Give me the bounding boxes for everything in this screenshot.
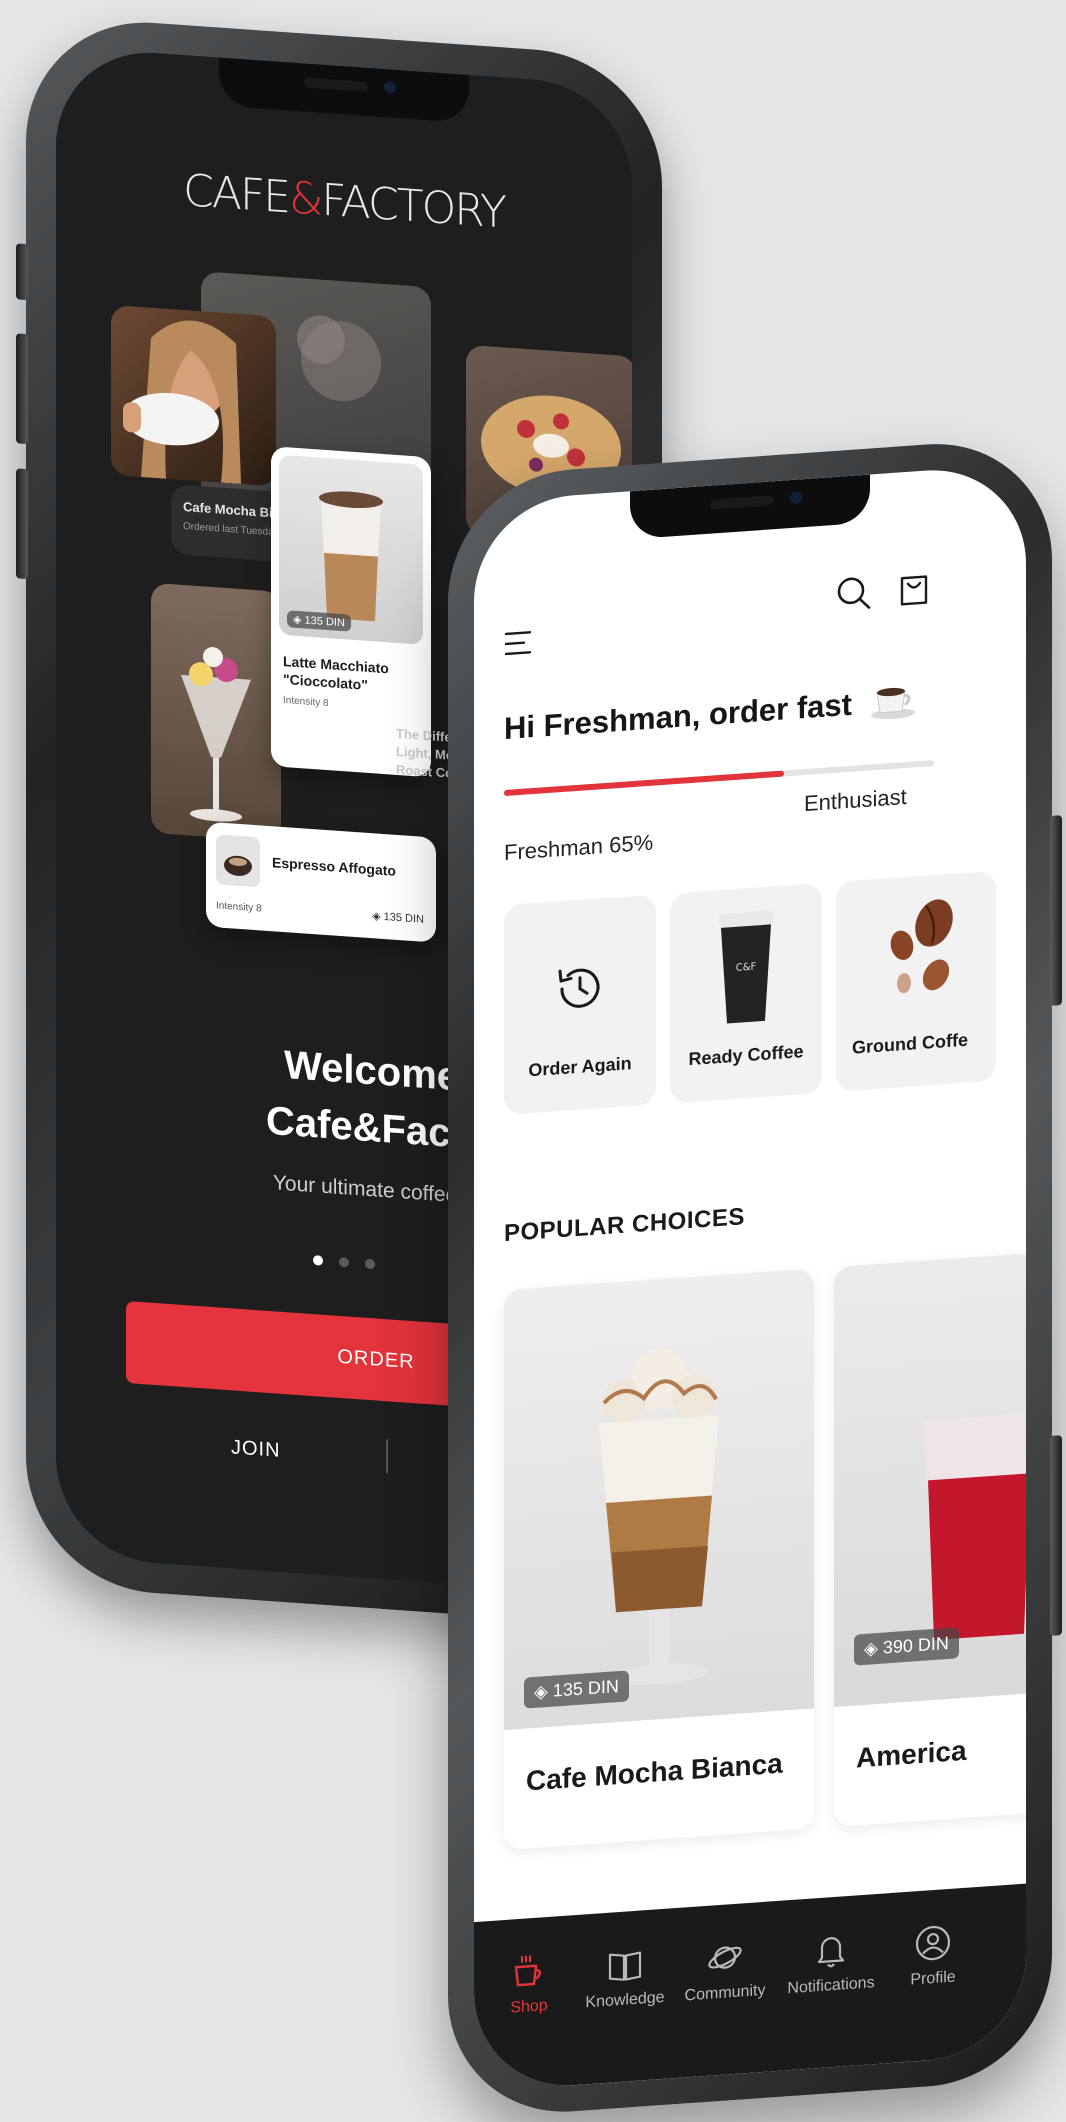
join-link[interactable]: JOIN (231, 1436, 281, 1462)
order-again-label: Order Again (528, 1053, 632, 1081)
carousel-photo-woman (111, 304, 276, 487)
tab-knowledge-label: Knowledge (585, 1988, 665, 2012)
tab-knowledge[interactable]: Knowledge (570, 1942, 680, 2014)
ready-coffee-label: Ready Coffee (688, 1041, 804, 1070)
page-dot-1[interactable] (313, 1255, 323, 1266)
ground-coffee-label: Ground Coffe (852, 1029, 968, 1058)
book-icon (608, 1951, 642, 1981)
greeting: Hi Freshman, order fast (504, 676, 917, 747)
bottom-tab-bar: Shop Knowledge Community Notifications P… (474, 1883, 1026, 2093)
americano-image: ◈ 390 DIN (834, 1245, 1026, 1708)
notch (630, 474, 870, 540)
loyalty-progress-fill (504, 770, 784, 797)
page-dot-3[interactable] (365, 1258, 375, 1270)
espresso-intensity: Intensity 8 (216, 900, 262, 915)
search-button[interactable] (834, 572, 874, 620)
ready-coffee-tile[interactable]: C&F Ready Coffee (670, 882, 822, 1104)
product-card-cafe-mocha[interactable]: ◈ 135 DIN Cafe Mocha Bianca (504, 1268, 814, 1851)
planet-icon (708, 1946, 742, 1969)
tab-profile-label: Profile (910, 1968, 956, 1989)
latte-image: ◈ 135 DIN (279, 454, 423, 645)
tab-shop-label: Shop (510, 1997, 548, 2017)
espresso-title: Espresso Affogato (272, 854, 396, 879)
svg-text:C&F: C&F (736, 961, 757, 973)
notch (219, 57, 469, 123)
caption-subtitle: Ordered last Tuesday (183, 520, 279, 539)
product-card-espresso[interactable]: Espresso Affogato Intensity 8 ◈ 135 DIN (206, 821, 436, 943)
tab-notifications[interactable]: Notifications (776, 1927, 886, 1999)
americano-name: America (856, 1734, 967, 1774)
tab-community-label: Community (684, 1981, 766, 2005)
espresso-price: ◈ 135 DIN (372, 910, 424, 926)
espresso-thumbnail (216, 834, 260, 888)
takeaway-cup-image: C&F (719, 910, 773, 1024)
power-button (1050, 815, 1062, 1006)
divider (386, 1439, 388, 1474)
greeting-text: Hi Freshman, order fast (504, 686, 852, 747)
tag-icon: ◈ (293, 613, 302, 627)
popular-choices-title: POPULAR CHOICES (504, 1203, 745, 1248)
volume-down-button (16, 468, 28, 580)
cafe-mocha-name: Cafe Mocha Bianca (526, 1747, 783, 1797)
bell-icon (817, 1937, 845, 1968)
sundae-image (181, 647, 251, 822)
cup-icon (514, 1955, 542, 1987)
page-dot-2[interactable] (339, 1256, 349, 1268)
tag-icon: ◈ (534, 1681, 548, 1702)
cafe-mocha-image: ◈ 135 DIN (504, 1268, 814, 1731)
latte-title: Latte Macchiato "Cioccolato" (283, 652, 389, 693)
current-level-label: Freshman 65% (504, 829, 654, 866)
search-icon (837, 577, 871, 609)
coffee-cup-icon (870, 687, 915, 720)
volume-up-button (16, 333, 28, 445)
next-level-label: Enthusiast (804, 783, 907, 817)
brand-logo: CAFE&FACTORY (183, 164, 505, 239)
user-icon (915, 1925, 951, 1961)
tab-shop[interactable]: Shop (474, 1948, 584, 2020)
history-icon (558, 968, 600, 1008)
ground-coffee-tile[interactable]: Ground Coffe (836, 870, 996, 1092)
coffee-beans-image (890, 899, 953, 994)
side-button (1050, 1435, 1062, 1636)
cart-button[interactable] (894, 566, 934, 614)
latte-intensity: Intensity 8 (283, 694, 329, 710)
front-phone: Hi Freshman, order fast Enthusiast Fresh… (448, 435, 1062, 2121)
carousel-photo-sundae (151, 582, 281, 842)
tag-icon: ◈ (372, 910, 381, 923)
menu-icon (504, 631, 532, 656)
order-again-tile[interactable]: Order Again (504, 894, 656, 1116)
menu-button[interactable] (504, 628, 536, 663)
product-card-americano[interactable]: ◈ 390 DIN America (834, 1245, 1026, 1828)
tag-icon: ◈ (864, 1637, 878, 1659)
shop-screen: Hi Freshman, order fast Enthusiast Fresh… (474, 463, 1026, 2093)
shopping-bag-icon (900, 575, 928, 606)
tab-community[interactable]: Community (670, 1935, 780, 2007)
woman-with-cup-image (123, 320, 241, 485)
mute-switch (16, 243, 28, 301)
tab-notifications-label: Notifications (787, 1974, 875, 1998)
tab-profile[interactable]: Profile (878, 1920, 988, 1992)
mockup-stage: CAFE&FACTORY Cafe Mocha Bian Ordered las… (0, 0, 1066, 2122)
